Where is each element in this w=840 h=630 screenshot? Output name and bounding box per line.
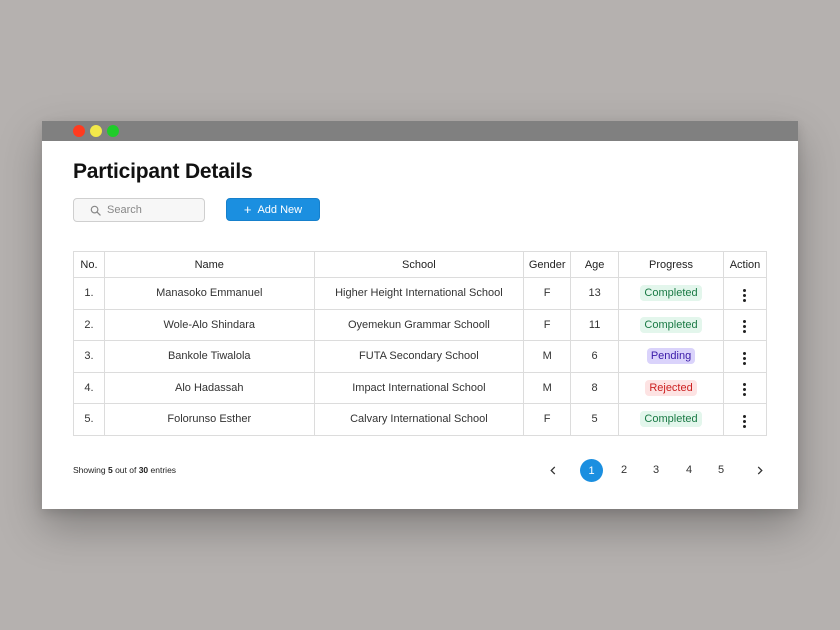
maximize-window-button[interactable]	[107, 125, 119, 137]
window-titlebar	[42, 121, 798, 141]
add-new-button[interactable]: + Add New	[226, 198, 320, 221]
cell-no: 4.	[73, 371, 105, 404]
column-header-age[interactable]: Age	[570, 251, 620, 278]
status-badge: Completed	[640, 285, 702, 302]
previous-page-button[interactable]	[542, 459, 564, 481]
status-badge: Completed	[640, 316, 702, 333]
cell-age: 8	[570, 371, 620, 404]
cell-name: Alo Hadassah	[103, 371, 315, 404]
search-box[interactable]	[73, 198, 205, 222]
table-row[interactable]: 2. Wole-Alo Shindara Oyemekun Grammar Sc…	[73, 308, 768, 341]
table-row[interactable]: 4. Alo Hadassah Impact International Sch…	[73, 371, 768, 404]
cell-age: 6	[570, 340, 620, 373]
cell-gender: F	[523, 277, 572, 310]
table-row[interactable]: 1. Manasoko Emmanuel Higher Height Inter…	[73, 277, 768, 310]
cell-action	[722, 340, 768, 373]
cell-progress: Completed	[618, 403, 724, 436]
cell-age: 11	[570, 308, 620, 341]
column-header-action: Action	[722, 251, 768, 278]
cell-school: Calvary International School	[313, 403, 525, 436]
cell-name: Wole-Alo Shindara	[103, 308, 315, 341]
table-row[interactable]: 5. Folorunso Esther Calvary Internationa…	[73, 403, 768, 436]
cell-action	[722, 371, 768, 404]
page-title: Participant Details	[73, 160, 253, 183]
total-count: 30	[138, 465, 149, 475]
add-new-label: Add New	[257, 203, 303, 216]
cell-name: Bankole Tiwalola	[103, 340, 315, 373]
cell-progress: Rejected	[618, 371, 724, 404]
cell-progress: Completed	[618, 277, 724, 310]
showing-suffix: entries	[148, 465, 177, 475]
cell-no: 3.	[73, 340, 105, 373]
more-options-icon[interactable]	[739, 413, 750, 430]
plus-icon: +	[243, 202, 252, 217]
cell-gender: M	[523, 371, 572, 404]
cell-name: Folorunso Esther	[103, 403, 315, 436]
cell-name: Manasoko Emmanuel	[103, 277, 315, 310]
cell-school: Higher Height International School	[313, 277, 525, 310]
cell-age: 13	[570, 277, 620, 310]
column-header-progress[interactable]: Progress	[618, 251, 724, 278]
chevron-left-icon	[550, 465, 556, 475]
search-input[interactable]	[107, 204, 197, 216]
more-options-icon[interactable]	[739, 381, 750, 398]
cell-no: 5.	[73, 403, 105, 436]
cell-school: FUTA Secondary School	[313, 340, 525, 373]
cell-gender: F	[523, 308, 572, 341]
cell-school: Impact International School	[313, 371, 525, 404]
page-button-5[interactable]: 5	[710, 459, 732, 481]
search-icon	[90, 205, 101, 216]
cell-progress: Completed	[618, 308, 724, 341]
cell-school: Oyemekun Grammar Schooll	[313, 308, 525, 341]
cell-action	[722, 308, 768, 341]
next-page-button[interactable]	[749, 459, 771, 481]
page-button-4[interactable]: 4	[678, 459, 700, 481]
column-header-no: No.	[73, 251, 105, 278]
table-row[interactable]: 3. Bankole Tiwalola FUTA Secondary Schoo…	[73, 340, 768, 373]
cell-action	[722, 403, 768, 436]
page-button-3[interactable]: 3	[645, 459, 667, 481]
cell-progress: Pending	[618, 340, 724, 373]
cell-gender: M	[523, 340, 572, 373]
cell-no: 1.	[73, 277, 105, 310]
cell-gender: F	[523, 403, 572, 436]
chevron-right-icon	[757, 465, 763, 475]
minimize-window-button[interactable]	[90, 125, 102, 137]
showing-middle: out of	[112, 465, 139, 475]
column-header-name[interactable]: Name	[103, 251, 315, 278]
cell-no: 2.	[73, 308, 105, 341]
column-header-gender[interactable]: Gender	[523, 251, 572, 278]
status-badge: Rejected	[645, 379, 697, 396]
app-window: Participant Details + Add New No. Name S…	[42, 121, 798, 509]
table-header-row: No. Name School Gender Age Progress Acti…	[73, 251, 768, 278]
participants-table: No. Name School Gender Age Progress Acti…	[73, 251, 768, 436]
column-header-school[interactable]: School	[313, 251, 525, 278]
page-button-2[interactable]: 2	[613, 459, 635, 481]
more-options-icon[interactable]	[739, 318, 750, 335]
showing-prefix: Showing	[73, 465, 108, 475]
close-window-button[interactable]	[73, 125, 85, 137]
cell-action	[722, 277, 768, 310]
more-options-icon[interactable]	[739, 350, 750, 367]
status-badge: Pending	[646, 348, 696, 365]
status-badge: Completed	[640, 411, 702, 428]
cell-age: 5	[570, 403, 620, 436]
entries-summary: Showing 5 out of 30 entries	[73, 465, 176, 475]
more-options-icon[interactable]	[739, 287, 750, 304]
page-button-1[interactable]: 1	[580, 459, 603, 482]
